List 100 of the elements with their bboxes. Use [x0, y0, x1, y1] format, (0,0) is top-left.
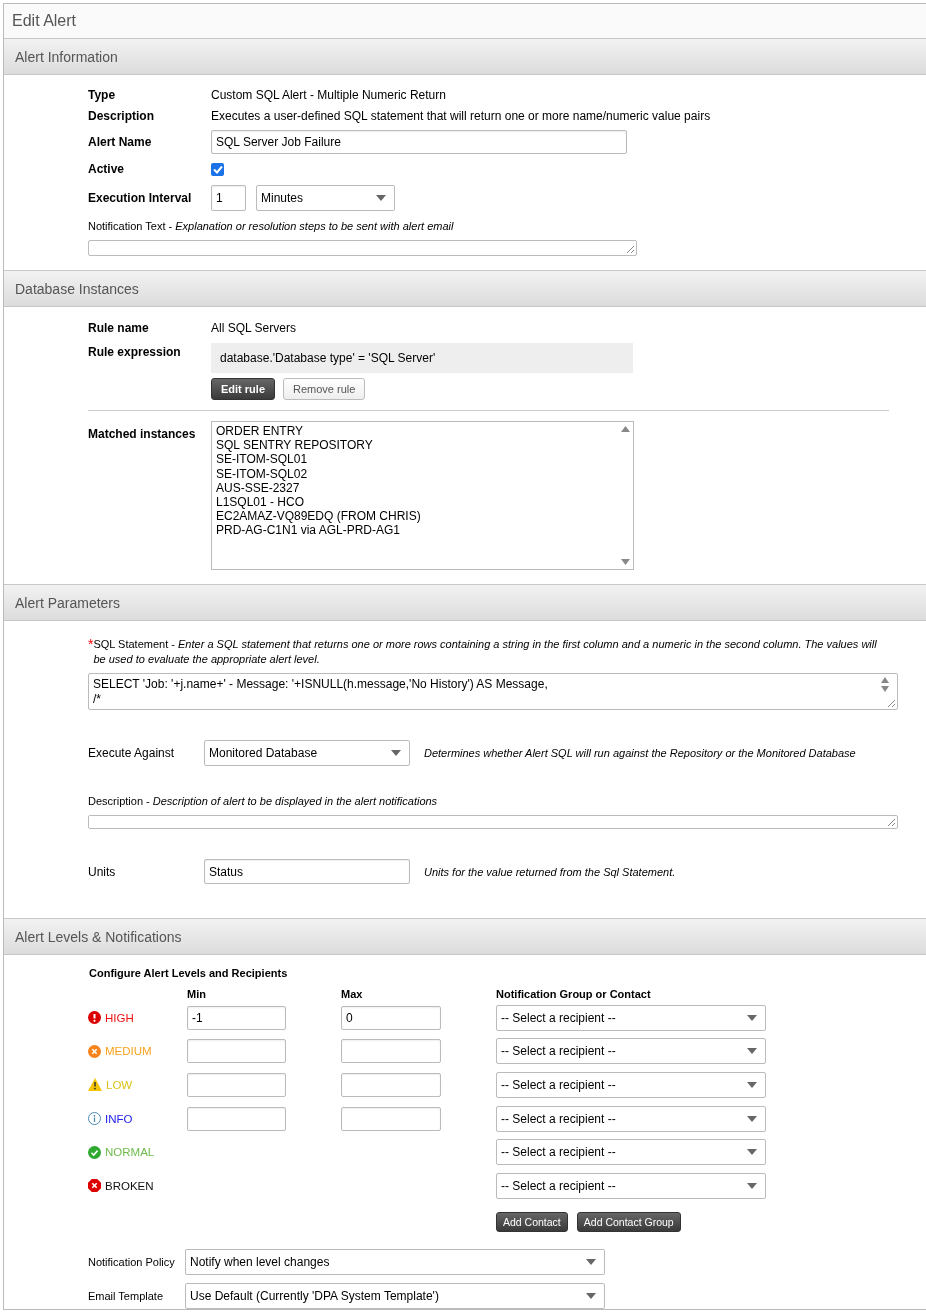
- section-header[interactable]: Alert Parameters: [4, 584, 926, 621]
- field-label: Units: [88, 864, 117, 879]
- list-item[interactable]: L1SQL01 - HCO: [216, 495, 613, 510]
- section-header[interactable]: Alert Information: [4, 38, 926, 75]
- level-label: LOW: [106, 1079, 133, 1091]
- list-item[interactable]: AUS-SSE-2327: [216, 480, 613, 495]
- caret-icon: [747, 1115, 757, 1122]
- max-field[interactable]: 0: [341, 1005, 441, 1030]
- list-item[interactable]: SE-ITOM-SQL01: [216, 452, 613, 467]
- level-label: NORMAL: [105, 1146, 155, 1159]
- code-line: SELECT 'Job: '+j.name+' - Message: '+ISNULL(h.message,'No History') AS Message,: [93, 677, 549, 692]
- rule-button[interactable]: Remove rule: [283, 378, 366, 400]
- field-label: Matched instances: [88, 427, 197, 441]
- recipient-dropdown[interactable]: -- Select a recipient --: [496, 1072, 766, 1098]
- add-button[interactable]: Add Contact Group: [576, 1211, 681, 1232]
- caret-icon: [586, 1258, 596, 1265]
- caret-icon: [747, 1182, 757, 1189]
- rule-expression: database.'Database type' = 'SQL Server': [211, 343, 633, 373]
- level-label: BROKEN: [105, 1179, 154, 1192]
- recipient-dropdown[interactable]: -- Select a recipient --: [496, 1105, 766, 1132]
- list-item[interactable]: EC2AMAZ-VQ89EDQ (FROM CHRIS): [216, 509, 613, 524]
- template-dropdown[interactable]: Use Default (Currently 'DPA System Template'): [185, 1282, 605, 1309]
- field-label: Notification Text - Explanation or resolution steps to be sent with alert email: [88, 219, 455, 234]
- page-title: Edit Alert: [4, 4, 926, 38]
- policy-dropdown[interactable]: Notify when level changes: [185, 1248, 605, 1275]
- configure-heading: Configure Alert Levels and Recipients: [88, 967, 289, 979]
- max-field[interactable]: [341, 1073, 441, 1097]
- level-label: HIGH: [105, 1011, 134, 1024]
- caret-icon: [391, 750, 401, 756]
- caret-icon: [586, 1292, 596, 1299]
- field-label: Type: [88, 87, 117, 102]
- column-heading: Max: [341, 988, 364, 1000]
- max-field[interactable]: [341, 1039, 441, 1064]
- units-field[interactable]: Status: [204, 859, 410, 884]
- field-label: SQL Statement - Enter a SQL statement that returns one or more rows containing a string in the first column and a numeric in the second column. The values will be used to evaluate the appropriate alert level.: [93, 637, 878, 667]
- caret-icon: [747, 1149, 757, 1156]
- check-circle-icon: [88, 1145, 101, 1159]
- column-heading: Min: [187, 988, 207, 1000]
- caret-icon: [747, 1048, 757, 1055]
- add-button[interactable]: Add Contact: [496, 1211, 568, 1232]
- list-item[interactable]: SE-ITOM-SQL02: [216, 466, 613, 481]
- field-label: Alert Name: [88, 134, 153, 149]
- cross-octagon-icon: [88, 1179, 101, 1193]
- list-item[interactable]: SQL SENTRY REPOSITORY: [216, 438, 613, 453]
- field-label: Notification Policy: [88, 1255, 176, 1268]
- description-field[interactable]: [88, 815, 898, 829]
- field-label: Execute Against: [88, 746, 176, 760]
- hint-text: Units for the value returned from the Sql Statement.: [424, 865, 676, 878]
- level-label: INFO: [105, 1112, 133, 1125]
- field-label: Description - Description of alert to be displayed in the alert notifications: [88, 794, 439, 809]
- field-label: Rule expression: [88, 345, 182, 359]
- min-field[interactable]: -1: [187, 1005, 286, 1030]
- code-line: /*: [93, 692, 102, 707]
- exclamation-icon: [88, 1011, 101, 1025]
- field-label: Email Template: [88, 1289, 164, 1302]
- scroll-up-icon[interactable]: [881, 677, 889, 683]
- recipient-dropdown[interactable]: -- Select a recipient --: [496, 1172, 766, 1199]
- sql-statement-field[interactable]: SELECT 'Job: '+j.name+' - Message: '+ISNULL(h.message,'No History') AS Message, /*: [88, 673, 898, 710]
- list-item[interactable]: PRD-AG-C1N1 via AGL-PRD-AG1: [216, 523, 613, 538]
- cross-circle-icon: [88, 1044, 101, 1058]
- unit-dropdown[interactable]: Minutes: [256, 184, 395, 211]
- scroll-down-icon[interactable]: [620, 559, 630, 565]
- info-icon: [88, 1112, 101, 1126]
- field-value: All SQL Servers: [211, 321, 296, 335]
- column-heading: Notification Group or Contact: [496, 988, 652, 1000]
- recipient-dropdown[interactable]: -- Select a recipient --: [496, 1004, 766, 1031]
- min-field[interactable]: [187, 1073, 286, 1097]
- hint-text: Determines whether Alert SQL will run against the Repository or the Monitored Database: [424, 747, 856, 759]
- max-field[interactable]: [341, 1106, 441, 1131]
- rule-button[interactable]: Edit rule: [211, 378, 275, 400]
- resize-grip-icon: [626, 245, 634, 253]
- section-header[interactable]: Database Instances: [4, 270, 926, 307]
- interval-field[interactable]: 1: [211, 184, 246, 211]
- instances-listbox[interactable]: ORDER ENTRY SQL SENTRY REPOSITORY SE-ITOM-SQL01 SE-ITOM-SQL02 AUS-SSE-2327 L1SQL01 - HCO EC2AMAZ-VQ89EDQ (FROM CHRIS) PRD-AG-C1N1 via AGL-PRD-AG1: [211, 421, 634, 570]
- scroll-up-icon[interactable]: [620, 426, 630, 432]
- field-value: Executes a user-defined SQL statement that will return one or more name/numeric value pairs: [211, 108, 711, 123]
- min-field[interactable]: [187, 1106, 286, 1131]
- recipient-dropdown[interactable]: -- Select a recipient --: [496, 1139, 766, 1166]
- caret-icon: [376, 194, 386, 201]
- caret-icon: [747, 1014, 757, 1021]
- scroll-down-icon[interactable]: [881, 686, 889, 692]
- field-label: Description: [88, 108, 155, 123]
- active-checkbox[interactable]: [211, 162, 224, 176]
- list-item[interactable]: ORDER ENTRY: [216, 424, 613, 439]
- resize-grip-icon: [887, 818, 895, 826]
- level-label: MEDIUM: [105, 1045, 152, 1058]
- section-header[interactable]: Alert Levels & Notifications: [4, 918, 926, 955]
- caret-icon: [747, 1082, 757, 1088]
- field-value: Custom SQL Alert - Multiple Numeric Return: [211, 87, 446, 102]
- min-field[interactable]: [187, 1039, 286, 1064]
- field-label: Rule name: [88, 321, 150, 335]
- resize-grip-icon: [887, 699, 895, 707]
- execute-dropdown[interactable]: Monitored Database: [204, 740, 410, 766]
- required-mark: *: [88, 637, 94, 652]
- field-label: Active: [88, 162, 126, 176]
- warning-icon: [88, 1078, 102, 1092]
- field-label: Execution Interval: [88, 190, 193, 205]
- alert-name-field[interactable]: SQL Server Job Failure: [211, 129, 627, 154]
- recipient-dropdown[interactable]: -- Select a recipient --: [496, 1038, 766, 1065]
- notification-text-field[interactable]: [88, 240, 637, 256]
